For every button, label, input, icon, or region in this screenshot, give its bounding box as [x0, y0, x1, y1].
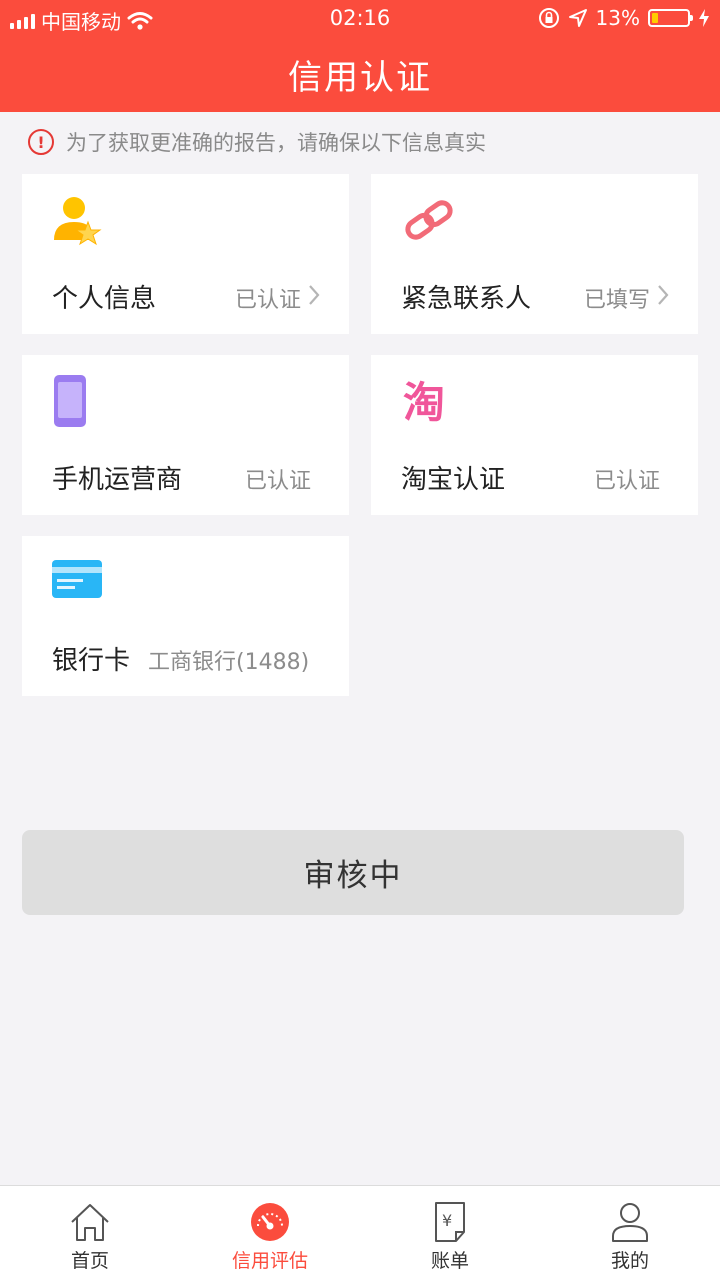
card-status: 已填写 [583, 288, 650, 313]
review-status-button[interactable]: 审核中 [22, 830, 684, 915]
tab-label: 首页 [70, 1250, 109, 1272]
tab-bills[interactable]: ¥ 账单 [360, 1186, 540, 1280]
card-status: 已认证 [593, 469, 660, 494]
tab-home[interactable]: 首页 [0, 1186, 180, 1280]
status-bar: 中国移动 02:16 13% [0, 0, 720, 38]
card-personal-info[interactable]: 个人信息 已认证 [22, 174, 349, 334]
tab-label: 我的 [610, 1250, 649, 1272]
status-right: 13% [538, 6, 710, 30]
card-name: 紧急联系人 [401, 284, 532, 314]
taobao-icon: 淘 [403, 378, 445, 427]
charging-icon [699, 9, 709, 27]
info-icon: ! [28, 129, 54, 155]
app-header: 中国移动 02:16 13% 信用认证 [0, 0, 720, 112]
tab-label: 账单 [430, 1250, 469, 1272]
card-status: 已认证 [234, 288, 301, 313]
rotation-lock-icon [538, 8, 559, 28]
card-name: 淘宝认证 [401, 465, 506, 495]
card-mobile-carrier[interactable]: 手机运营商 已认证 [22, 355, 349, 515]
battery-percent: 13% [595, 6, 640, 30]
chevron-right-icon [658, 285, 669, 305]
bank-card-icon [52, 560, 102, 598]
card-name: 个人信息 [52, 284, 157, 314]
notice-text: 为了获取更准确的报告，请确保以下信息真实 [66, 131, 486, 155]
home-icon [71, 1204, 109, 1241]
page-title: 信用认证 [288, 58, 432, 98]
bill-icon: ¥ [435, 1202, 465, 1242]
tab-bar: 首页 信用评估 ¥ 账单 我的 [0, 1185, 720, 1280]
location-icon [568, 9, 587, 27]
chevron-right-icon [309, 285, 320, 305]
card-status: 已认证 [244, 469, 311, 494]
link-icon [405, 200, 453, 240]
user-star-icon [54, 197, 102, 246]
battery-icon [648, 9, 693, 27]
notice-bar: ! 为了获取更准确的报告，请确保以下信息真实 [28, 126, 486, 158]
tab-credit-assessment[interactable]: 信用评估 [180, 1186, 360, 1280]
person-icon [612, 1203, 648, 1242]
card-taobao[interactable]: 淘 淘宝认证 已认证 [371, 355, 698, 515]
svg-text:淘: 淘 [403, 378, 445, 427]
bank-detail: 工商银行(1488) [148, 650, 310, 675]
card-name: 银行卡 [52, 646, 131, 676]
tab-mine[interactable]: 我的 [540, 1186, 720, 1280]
card-emergency-contact[interactable]: 紧急联系人 已填写 [371, 174, 698, 334]
tab-label: 信用评估 [231, 1250, 308, 1272]
svg-text:¥: ¥ [442, 1211, 452, 1230]
gauge-icon [251, 1203, 289, 1241]
phone-icon [54, 375, 86, 427]
card-name: 手机运营商 [52, 465, 183, 495]
card-bank[interactable]: 银行卡 工商银行(1488) [22, 536, 349, 696]
